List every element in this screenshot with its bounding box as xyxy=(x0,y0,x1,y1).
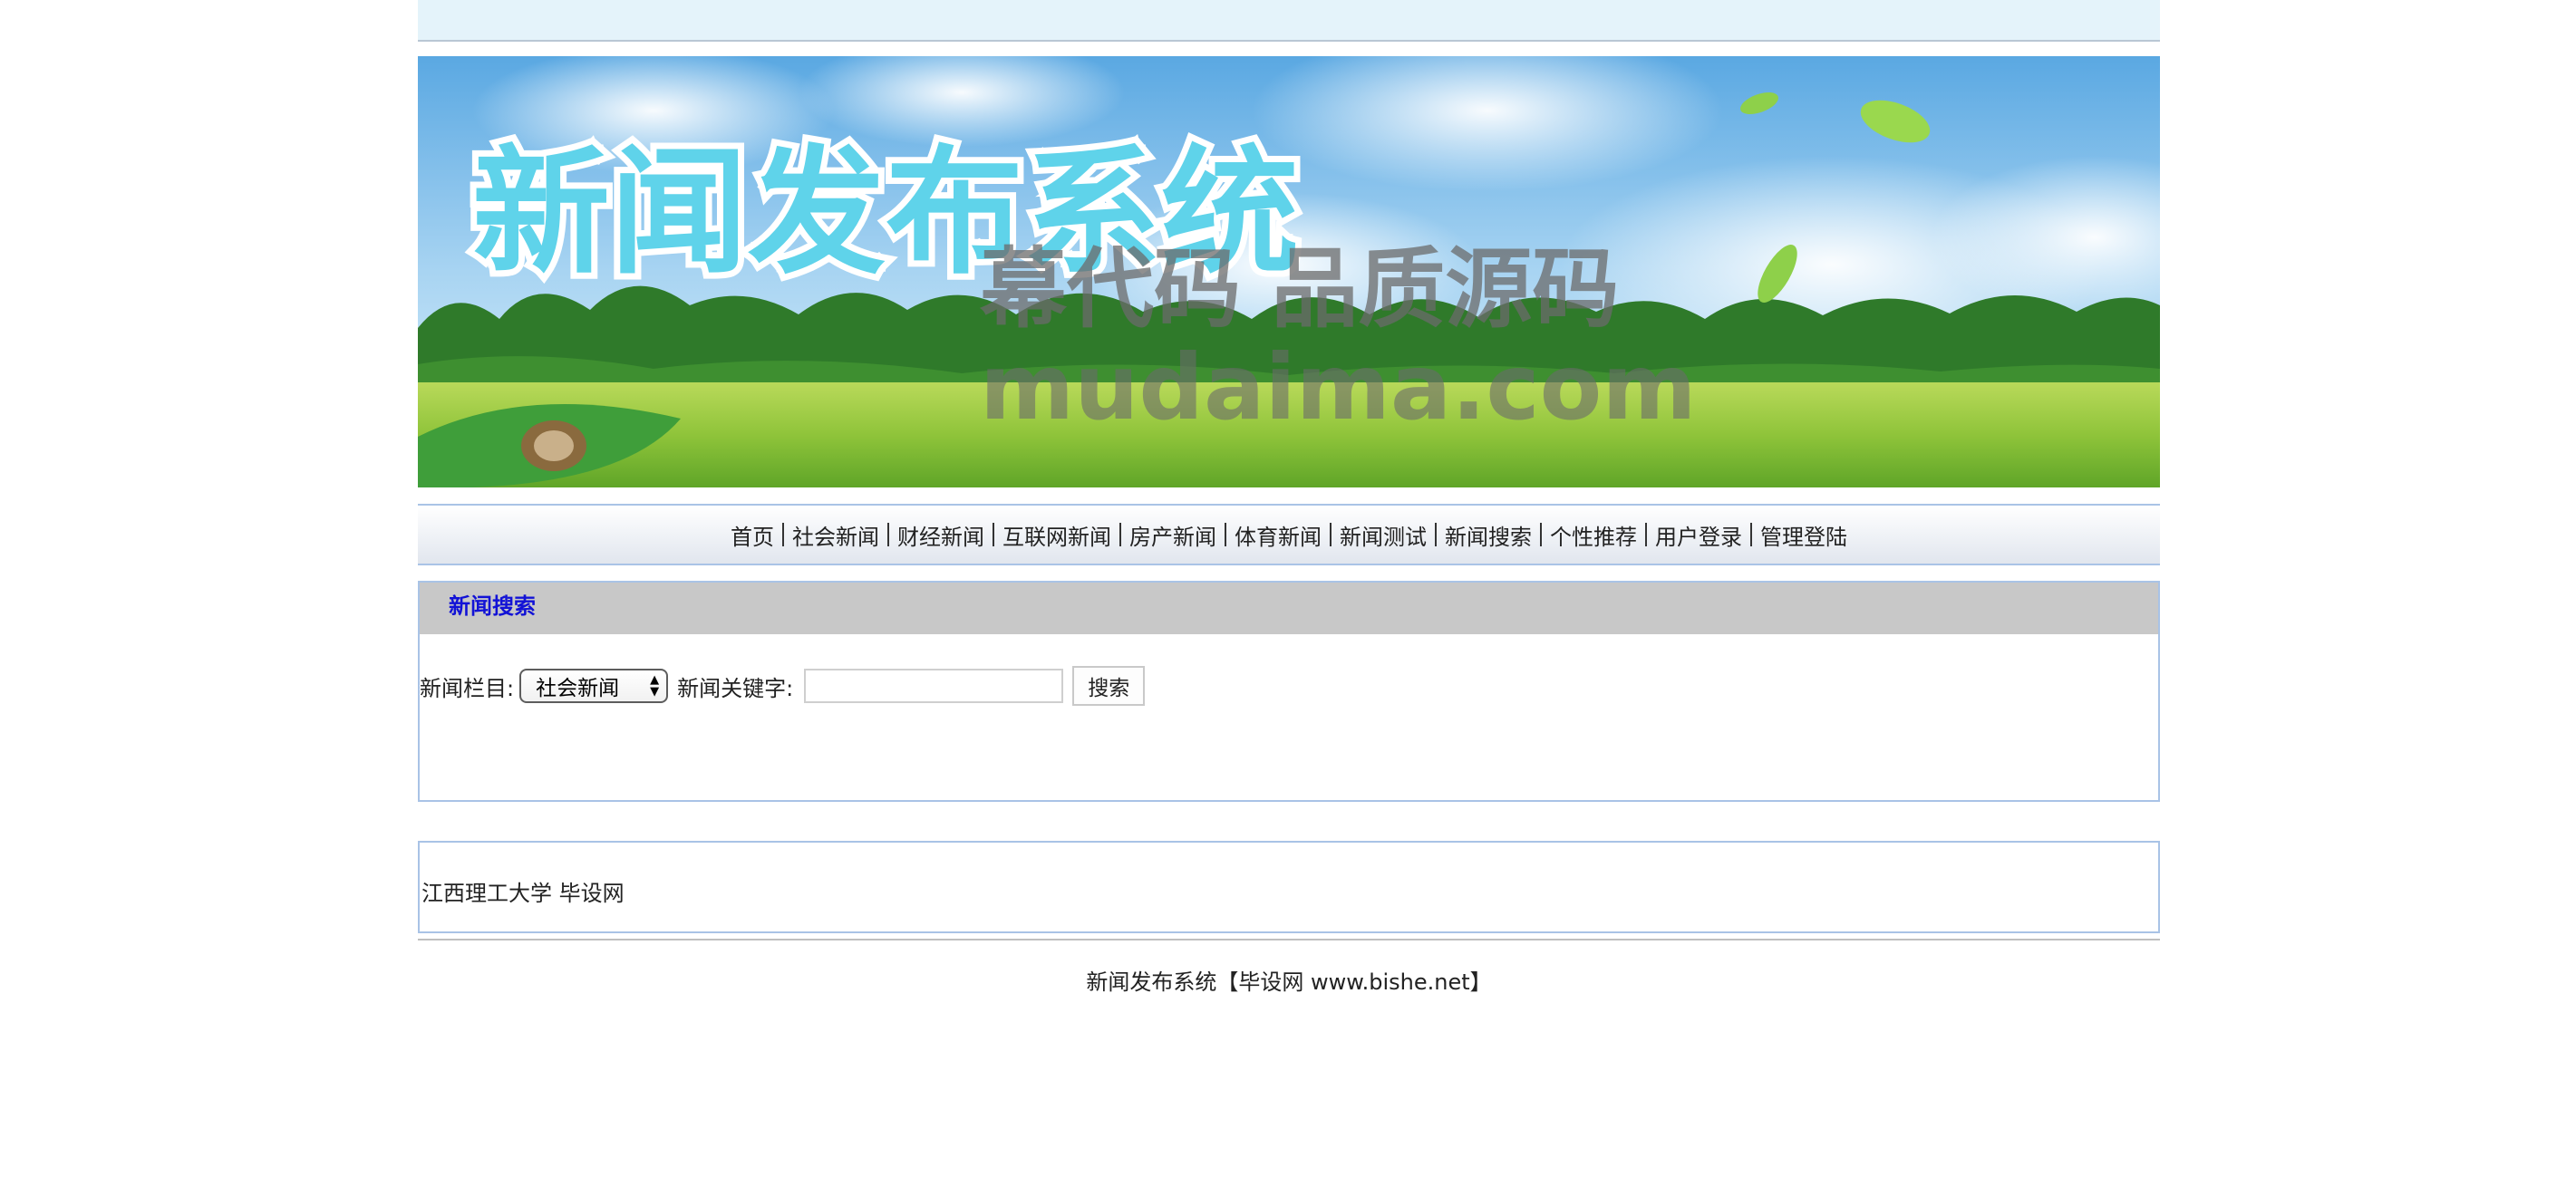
keyword-label: 新闻关键字: xyxy=(677,675,794,701)
footer-divider xyxy=(418,939,2160,940)
watermark-line-1: 幕代码 品质源码 xyxy=(979,238,1619,340)
search-panel-header: 新闻搜索 xyxy=(420,583,2158,634)
search-panel: 新闻搜索 新闻栏目: 社会新闻 ▲ ▼ 新闻关键字: 搜索 xyxy=(418,581,2160,802)
header-banner: 新闻发布系统 新闻发布系统 幕代码 品质源码 mudaima.com xyxy=(418,56,2160,487)
banner-image: 新闻发布系统 新闻发布系统 幕代码 品质源码 mudaima.com xyxy=(418,56,2160,487)
nav-item-news-test[interactable]: 新闻测试 xyxy=(1332,519,1435,551)
nav-item-admin-login[interactable]: 管理登陆 xyxy=(1752,519,1855,551)
nav-item-news-search[interactable]: 新闻搜索 xyxy=(1437,519,1540,551)
footer-text: 新闻发布系统【毕设网 www.bishe.net】 xyxy=(1086,969,1492,995)
info-text: 江西理工大学 毕设网 xyxy=(421,881,625,906)
search-form: 新闻栏目: 社会新闻 ▲ ▼ 新闻关键字: 搜索 xyxy=(420,666,1146,706)
nav-item-social-news[interactable]: 社会新闻 xyxy=(784,519,887,551)
watermark-line-2: mudaima.com xyxy=(980,334,1697,440)
category-select[interactable]: 社会新闻 ▲ ▼ xyxy=(519,669,669,703)
search-panel-title: 新闻搜索 xyxy=(449,593,536,619)
nav-item-sports-news[interactable]: 体育新闻 xyxy=(1226,519,1330,551)
nav-item-realestate-news[interactable]: 房产新闻 xyxy=(1121,519,1225,551)
nav-item-home[interactable]: 首页 xyxy=(722,519,782,551)
keyword-input[interactable] xyxy=(804,669,1064,703)
top-bar xyxy=(418,0,2160,42)
select-arrows-icon: ▲ ▼ xyxy=(650,673,660,699)
main-nav: 首页 社会新闻 财经新闻 互联网新闻 房产新闻 体育新闻 新闻测试 新闻搜索 个… xyxy=(418,504,2160,565)
nav-item-finance-news[interactable]: 财经新闻 xyxy=(889,519,993,551)
category-label: 新闻栏目: xyxy=(420,675,515,701)
info-box: 江西理工大学 毕设网 xyxy=(418,841,2160,933)
category-select-value: 社会新闻 xyxy=(536,677,620,700)
nav-item-internet-news[interactable]: 互联网新闻 xyxy=(994,519,1119,551)
nav-item-recommend[interactable]: 个性推荐 xyxy=(1542,519,1645,551)
nav-item-user-login[interactable]: 用户登录 xyxy=(1647,519,1750,551)
search-button[interactable]: 搜索 xyxy=(1072,666,1146,706)
